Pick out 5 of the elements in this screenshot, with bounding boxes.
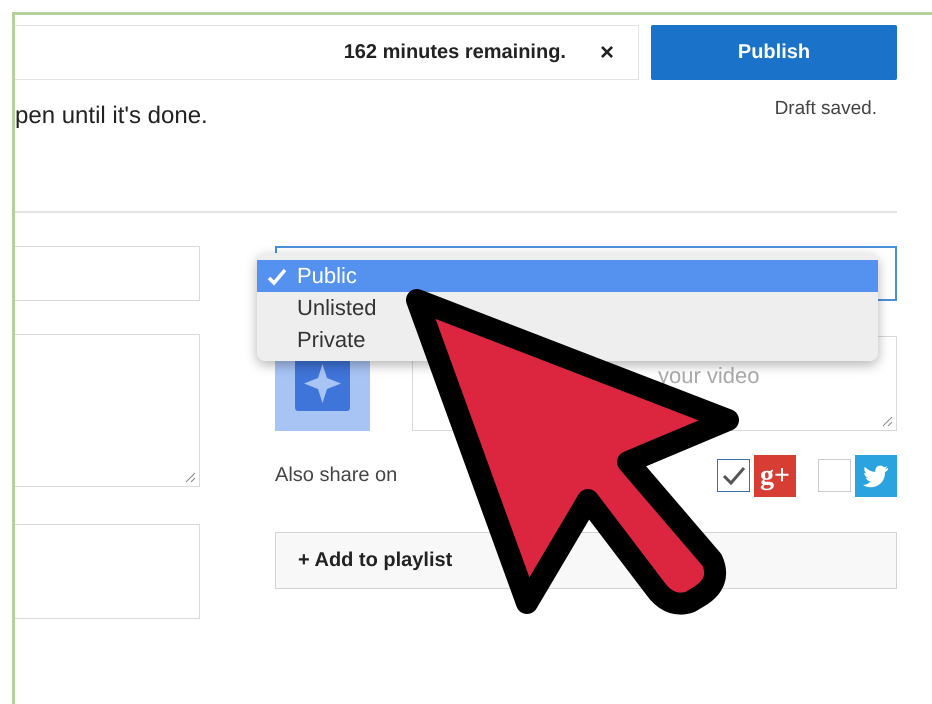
google-plus-logo: g+ [754,454,796,496]
draft-status: Draft saved. [774,98,877,120]
share-label: Also share on [275,464,398,487]
time-remaining-text: 162 minutes remaining. [344,41,566,64]
upload-message: pen until it's done. [15,102,208,130]
